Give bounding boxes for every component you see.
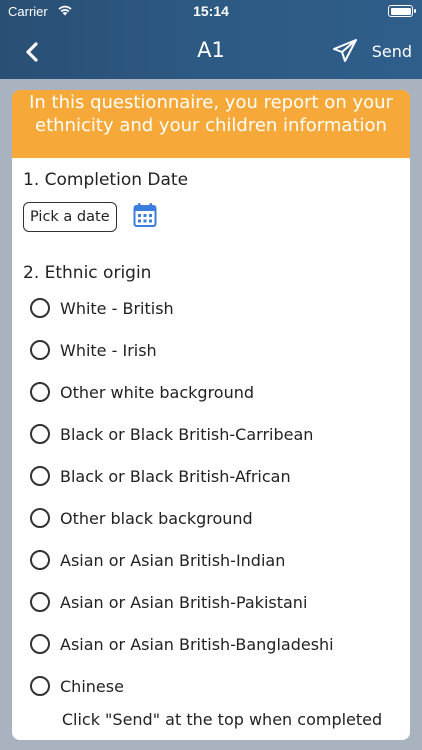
- clock: 15:14: [193, 3, 229, 19]
- option-label: Black or Black British-Carribean: [60, 424, 314, 444]
- option-label: Black or Black British-African: [60, 466, 291, 486]
- send-label: Send: [371, 41, 412, 61]
- radio-option[interactable]: White - British: [30, 294, 174, 322]
- radio-option[interactable]: Black or Black British-African: [30, 462, 291, 490]
- option-label: White - British: [60, 298, 174, 318]
- option-label: Other white background: [60, 382, 255, 402]
- radio-button[interactable]: [30, 340, 50, 360]
- radio-option[interactable]: Chinese: [30, 672, 124, 700]
- option-label: Asian or Asian British-Indian: [60, 550, 286, 570]
- radio-button[interactable]: [30, 634, 50, 654]
- option-label: Other black background: [60, 508, 253, 528]
- radio-button[interactable]: [30, 550, 50, 570]
- radio-button[interactable]: [30, 466, 50, 486]
- radio-option[interactable]: Other white background: [30, 378, 254, 406]
- intro-banner: In this questionnaire, you report on you…: [12, 90, 410, 158]
- completion-date-title: 1. Completion Date: [23, 170, 189, 190]
- radio-button[interactable]: [30, 424, 50, 444]
- radio-button[interactable]: [30, 676, 50, 696]
- radio-option[interactable]: White - Irish: [30, 336, 157, 364]
- questionnaire-card: In this questionnaire, you report on you…: [12, 90, 410, 740]
- radio-option[interactable]: Asian or Asian British-Bangladeshi: [30, 630, 334, 658]
- option-label: Chinese: [60, 676, 124, 696]
- radio-button[interactable]: [30, 298, 50, 318]
- pick-date-button[interactable]: Pick a date: [23, 202, 117, 232]
- radio-button[interactable]: [30, 592, 50, 612]
- battery-icon: [388, 5, 416, 17]
- navigation-header: Carrier 15:14 A1 Send: [0, 0, 422, 79]
- paper-plane-icon: [332, 39, 357, 62]
- radio-option[interactable]: Other black background: [30, 504, 253, 532]
- option-label: Asian or Asian British-Pakistani: [60, 592, 308, 612]
- radio-option[interactable]: Asian or Asian British-Indian: [30, 546, 285, 574]
- radio-option[interactable]: Asian or Asian British-Pakistani: [30, 588, 307, 616]
- send-button[interactable]: Send: [332, 36, 412, 66]
- radio-option[interactable]: Black or Black British-Carribean: [30, 420, 313, 448]
- radio-button[interactable]: [30, 508, 50, 528]
- ethnic-origin-title: 2. Ethnic origin: [23, 263, 152, 283]
- footer-instruction: Click "Send" at the top when completed: [12, 710, 410, 740]
- status-bar: Carrier 15:14: [0, 0, 422, 24]
- option-label: White - Irish: [60, 340, 157, 360]
- calendar-icon[interactable]: [133, 202, 157, 232]
- date-picker-row: Pick a date: [23, 202, 157, 232]
- radio-button[interactable]: [30, 382, 50, 402]
- option-label: Asian or Asian British-Bangladeshi: [60, 634, 334, 654]
